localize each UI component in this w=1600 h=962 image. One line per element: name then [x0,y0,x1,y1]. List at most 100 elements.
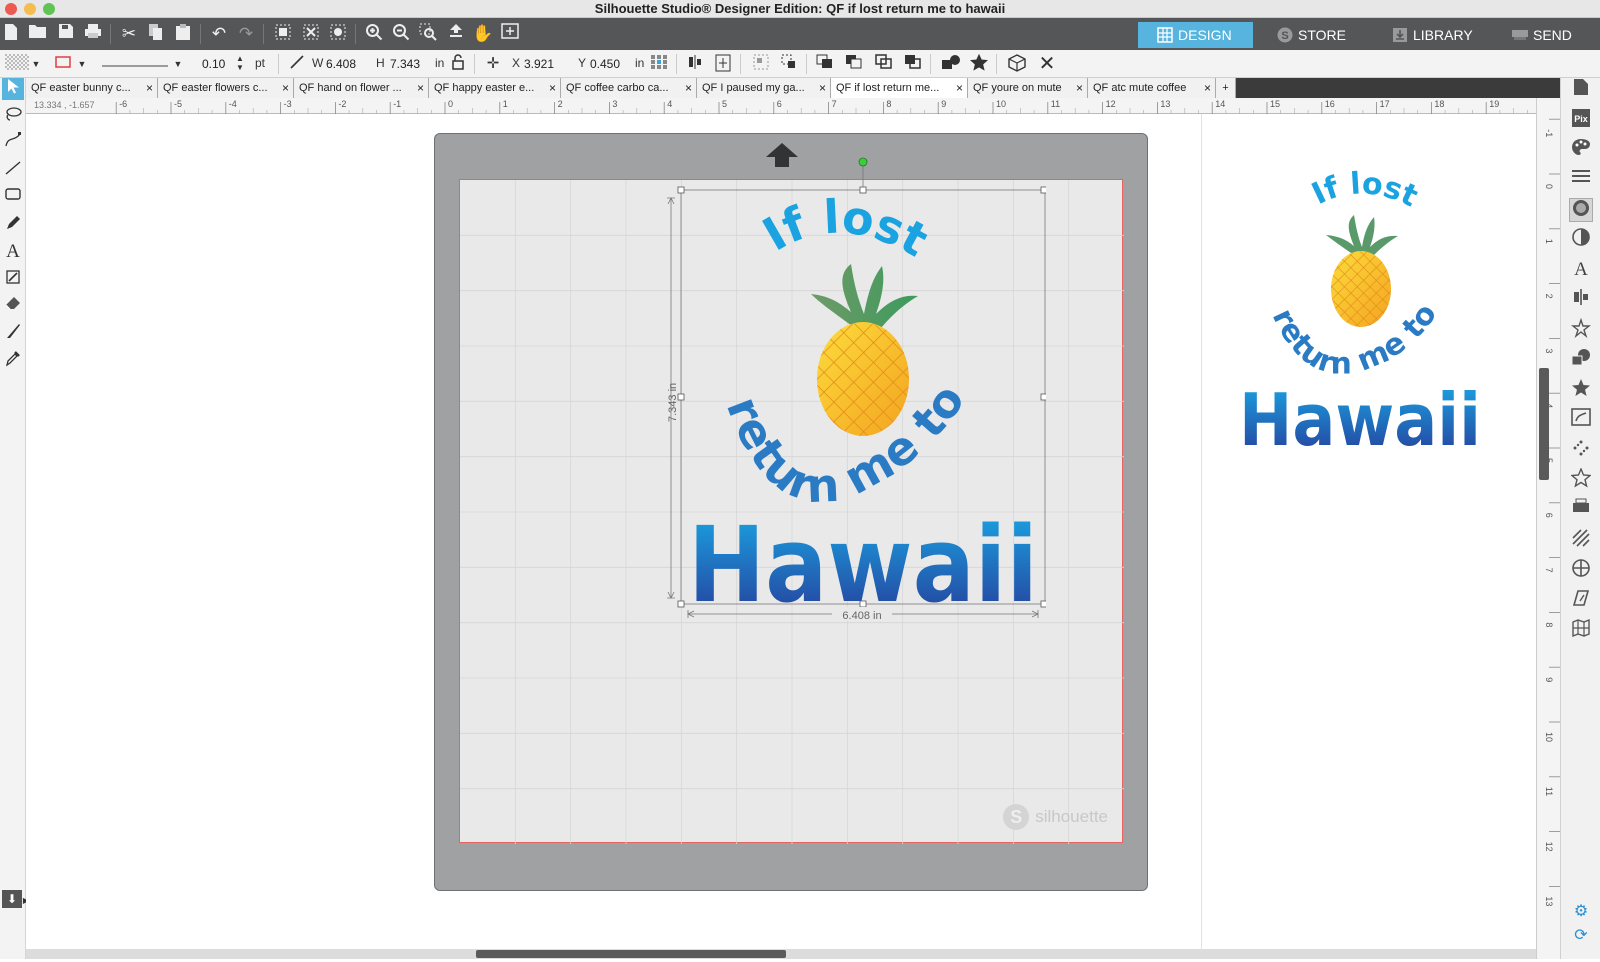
doc-tab[interactable]: QF youre on mute × [968,78,1088,98]
doc-tab-active[interactable]: QF if lost return me... × [831,78,968,98]
cut-icon[interactable]: ✂ [118,23,140,45]
drawing-pen-icon[interactable] [2,214,24,236]
close-tab-icon[interactable]: × [956,78,963,98]
bring-to-front-icon[interactable] [814,54,836,74]
eraser-icon[interactable] [2,295,24,317]
zoom-select-icon[interactable] [417,23,439,45]
fill-dropdown-icon[interactable]: ▼ [30,54,42,74]
reference-point-icon[interactable] [648,54,670,74]
fill-panel-palette-icon[interactable] [1569,138,1593,162]
height-input[interactable] [388,54,432,74]
center-to-page-icon[interactable] [712,54,734,74]
undo-icon[interactable]: ↶ [208,23,230,45]
replicate-panel-icon[interactable] [1569,317,1593,342]
close-tab-icon[interactable]: × [146,78,153,98]
vertical-scrollbar-thumb[interactable] [1539,368,1549,480]
line-color-icon[interactable] [52,54,74,74]
fill-pattern-icon[interactable] [4,54,30,74]
settings-gear-icon[interactable]: ⚙ [1569,900,1593,924]
line-style-dropdown-icon[interactable]: ▼ [172,54,184,74]
offset-star-icon[interactable] [968,53,990,74]
horizontal-scrollbar[interactable] [26,949,1536,959]
close-tab-icon[interactable]: × [549,78,556,98]
sketch-panel-icon[interactable] [1569,438,1593,462]
select-all-icon[interactable] [272,23,294,45]
fill-pattern-panel-icon[interactable] [1569,198,1593,222]
pixscan-icon[interactable]: Pix [1569,108,1593,132]
design-preview-artwork[interactable]: If lost return me to Hawaii [1230,159,1490,459]
open-folder-icon[interactable] [27,23,49,45]
transparency-icon[interactable] [1569,228,1593,252]
weld-icon[interactable] [940,54,962,74]
line-width-input[interactable] [200,54,234,74]
sync-icon[interactable]: ⟳ [1569,924,1593,948]
vertical-ruler[interactable]: -1 0 1 2 3 4 5 6 7 8 9 10 11 12 13 [1536,98,1561,959]
knife-tool-icon[interactable] [2,322,24,344]
copy-icon[interactable] [145,23,167,45]
select-arrow-icon[interactable] [2,78,24,100]
offset-panel-icon[interactable] [1569,378,1593,402]
add-tab-button[interactable]: + [1216,78,1236,98]
width-input[interactable] [324,54,368,74]
doc-tab[interactable]: QF coffee carbo ca... × [561,78,697,98]
close-tab-icon[interactable]: × [819,78,826,98]
replicate-icon[interactable] [1006,54,1028,74]
send-tab[interactable]: SEND [1493,22,1600,48]
horizontal-scrollbar-thumb[interactable] [476,950,786,958]
modify-panel-icon[interactable] [1569,348,1593,372]
zoom-in-icon[interactable] [363,23,385,45]
pan-hand-icon[interactable]: ✋ [472,23,494,45]
line-color-dropdown-icon[interactable]: ▼ [76,54,88,74]
delete-icon[interactable]: ✕ [1036,54,1058,74]
lasso-icon[interactable] [2,106,24,128]
x-position-input[interactable] [522,54,570,74]
line-style-panel-icon[interactable] [1569,168,1593,192]
save-icon[interactable] [55,23,77,45]
close-tab-icon[interactable]: × [417,78,424,98]
library-drawer-icon[interactable]: ⬇ [2,890,22,908]
3d-map-icon[interactable] [1569,618,1593,642]
warp-panel-icon[interactable] [1569,588,1593,612]
nesting-panel-icon[interactable] [1569,558,1593,582]
close-tab-icon[interactable]: × [685,78,692,98]
hatch-fill-icon[interactable] [1569,528,1593,552]
text-style-icon[interactable]: A [1569,258,1593,282]
line-tool-icon[interactable] [2,160,24,182]
edit-points-icon[interactable] [2,132,24,154]
ungroup-icon[interactable] [778,54,800,74]
redo-icon[interactable]: ↷ [235,23,257,45]
store-tab[interactable]: S STORE [1258,22,1368,48]
doc-tab[interactable]: QF atc mute coffee × [1088,78,1216,98]
trace-panel-icon[interactable] [1569,408,1593,432]
line-width-stepper[interactable]: ▲ ▼ [234,54,246,74]
send-backward-icon[interactable] [902,54,924,74]
close-tab-icon[interactable]: × [1076,78,1083,98]
rhinestone-star-icon[interactable] [1569,467,1593,492]
doc-tab[interactable]: QF easter bunny c... × [26,78,158,98]
bring-forward-icon[interactable] [873,54,895,74]
align-icon[interactable] [684,54,706,74]
new-file-icon[interactable] [0,23,22,45]
paste-icon[interactable] [172,23,194,45]
library-tab[interactable]: LIBRARY [1373,22,1488,48]
align-panel-icon[interactable] [1569,288,1593,312]
close-tab-icon[interactable]: × [282,78,289,98]
close-tab-icon[interactable]: × [1204,78,1211,98]
zoom-out-icon[interactable] [390,23,412,45]
doc-tab[interactable]: QF happy easter e... × [429,78,561,98]
y-position-input[interactable] [588,54,632,74]
eyedropper-icon[interactable] [2,349,24,371]
page-setup-icon[interactable] [1569,78,1593,102]
print-cut-panel-icon[interactable] [1569,498,1593,522]
deselect-icon[interactable] [300,23,322,45]
print-icon[interactable] [82,23,104,45]
fit-to-page-icon[interactable] [445,23,467,45]
send-to-back-icon[interactable] [843,54,865,74]
lock-aspect-icon[interactable] [447,54,469,74]
text-tool-icon[interactable]: A [2,241,24,263]
horizontal-ruler[interactable]: 13.334 , -1.657 -6 -5 -4 -3 -2 -1 0 1 2 3 4 5 6 7 8 9 10… [26,98,1536,114]
doc-tab[interactable]: QF hand on flower ... × [294,78,429,98]
rectangle-tool-icon[interactable] [2,186,24,208]
doc-tab[interactable]: QF easter flowers c... × [158,78,294,98]
add-page-icon[interactable] [499,23,521,45]
